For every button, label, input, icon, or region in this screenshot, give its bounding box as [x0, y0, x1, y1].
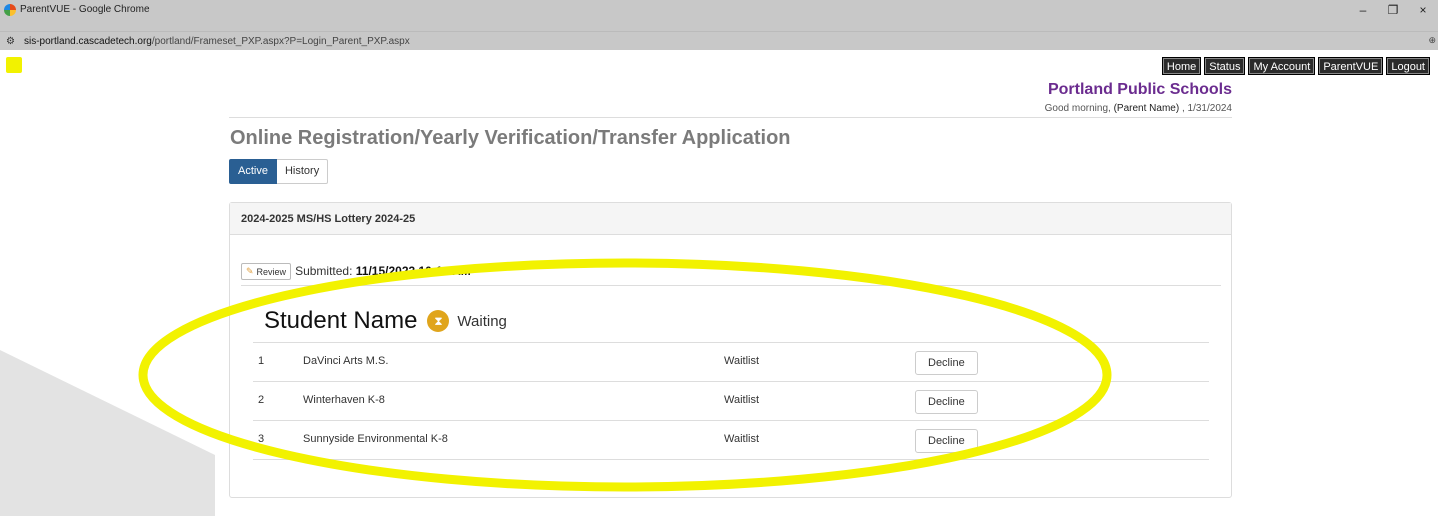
student-header: Student Name ⧗ Waiting: [264, 307, 507, 335]
window-controls: – ❐ ×: [1348, 0, 1438, 19]
decline-button[interactable]: Decline: [915, 390, 978, 414]
parent-name: (Parent Name): [1113, 103, 1180, 114]
decline-button[interactable]: Decline: [915, 351, 978, 375]
minimize-button[interactable]: –: [1348, 3, 1378, 17]
close-button[interactable]: ×: [1408, 3, 1438, 17]
header-divider: [229, 117, 1232, 118]
school-rank: 1: [258, 355, 265, 367]
school-choices-list: 1 DaVinci Arts M.S. Waitlist Decline 2 W…: [253, 342, 1209, 460]
school-name: Portland Public Schools: [1047, 81, 1232, 98]
review-label: Review: [256, 266, 287, 277]
tab-history[interactable]: History: [276, 159, 329, 184]
nav-home-button[interactable]: Home: [1161, 57, 1202, 75]
tab-active[interactable]: Active: [229, 159, 277, 184]
school-row: 1 DaVinci Arts M.S. Waitlist Decline: [253, 343, 1209, 382]
greeting: Good morning, (Parent Name) , 1/31/2024: [1045, 103, 1232, 114]
greeting-prefix: Good morning,: [1044, 103, 1111, 114]
extension-icon[interactable]: ⊕: [1428, 35, 1436, 46]
submitted-label: Submitted:: [295, 264, 353, 278]
nav-logout-button[interactable]: Logout: [1386, 57, 1430, 75]
school-rank: 2: [258, 394, 265, 406]
decline-button[interactable]: Decline: [915, 429, 978, 453]
school-choice-name: Winterhaven K-8: [303, 394, 385, 406]
school-choice-status: Waitlist: [724, 355, 760, 367]
submitted-text: Submitted: 11/15/2023 10:14 AM: [295, 263, 471, 280]
nav-my-account-button[interactable]: My Account: [1248, 57, 1316, 75]
school-row: 3 Sunnyside Environmental K-8 Waitlist D…: [253, 421, 1209, 460]
school-choice-status: Waitlist: [724, 394, 760, 406]
pencil-icon: ✎: [246, 266, 254, 276]
page-title: Online Registration/Yearly Verification/…: [230, 127, 791, 149]
student-name: Student Name: [264, 307, 418, 334]
nav-status-button[interactable]: Status: [1204, 57, 1246, 75]
hourglass-icon: ⧗: [427, 310, 450, 332]
submission-row: ✎ Review Submitted: 11/15/2023 10:14 AM: [241, 263, 1221, 286]
background-decoration: [0, 350, 215, 516]
tab-bar: Active History: [229, 159, 329, 184]
submitted-date: 11/15/2023 10:14 AM: [355, 264, 471, 278]
school-choice-name: DaVinci Arts M.S.: [303, 355, 389, 367]
review-button[interactable]: ✎ Review: [241, 263, 292, 280]
student-status: Waiting: [457, 312, 507, 330]
school-choice-name: Sunnyside Environmental K-8: [303, 433, 448, 445]
greeting-date: , 1/31/2024: [1181, 103, 1232, 114]
lottery-panel: 2024-2025 MS/HS Lottery 2024-25 ✎ Review…: [229, 202, 1232, 498]
nav-parentvue-button[interactable]: ParentVUE: [1318, 57, 1384, 75]
school-row: 2 Winterhaven K-8 Waitlist Decline: [253, 382, 1209, 421]
panel-heading: 2024-2025 MS/HS Lottery 2024-25: [230, 203, 1231, 235]
school-choice-status: Waitlist: [724, 433, 760, 445]
school-rank: 3: [258, 433, 265, 445]
top-navigation: Home Status My Account ParentVUE Logout: [1161, 57, 1430, 75]
restore-button[interactable]: ❐: [1378, 3, 1408, 17]
